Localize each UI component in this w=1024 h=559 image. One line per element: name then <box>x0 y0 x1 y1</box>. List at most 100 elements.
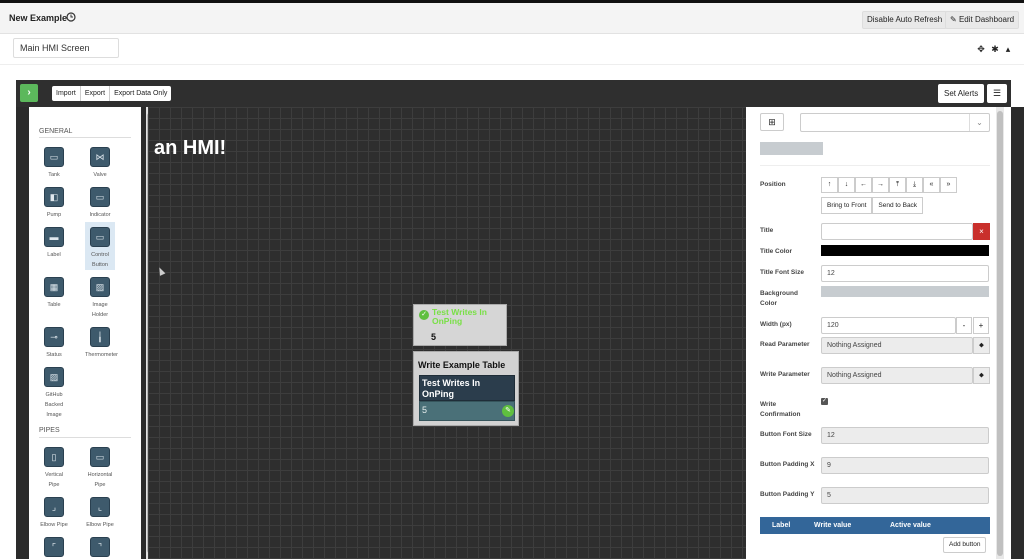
widget-value: 5 <box>422 405 428 415</box>
palette-item-image-holder[interactable]: ▨ Image Holder <box>85 277 115 320</box>
palette-item-label: Table <box>47 302 61 308</box>
test-writes-button[interactable]: Test Writes In OnPing <box>419 375 515 401</box>
palette-item-indicator[interactable]: ▭ Indicator <box>85 187 115 220</box>
button-label: Test Writes In OnPing <box>422 378 481 399</box>
palette-item-label: Status <box>46 352 62 358</box>
title-input[interactable] <box>821 223 973 240</box>
button-padding-x-input[interactable]: 9 <box>821 457 989 474</box>
sliders-icon[interactable]: ☰ <box>987 84 1007 103</box>
palette-item-pipe-6[interactable]: ⌝ <box>85 537 115 557</box>
properties-scrollbar[interactable] <box>996 107 1004 559</box>
read-parameter-field[interactable]: Nothing Assigned <box>821 337 973 354</box>
pipe-icon: ⌝ <box>90 537 110 557</box>
hmi-canvas[interactable]: an HMI! ✓ Test Writes In OnPing 5 Write … <box>148 107 746 559</box>
edit-dashboard-button[interactable]: ✎ Edit Dashboard <box>945 11 1020 29</box>
palette-item-label: Vertical Pipe <box>44 472 64 488</box>
editor-toolbar: › Import Export Export Data Only Set Ale… <box>16 80 1011 107</box>
screen-name-field[interactable]: Main HMI Screen <box>13 38 119 58</box>
tag-icon[interactable]: ⬥ <box>973 367 990 384</box>
status-icon: ⊸ <box>44 327 64 347</box>
palette-item-label: Elbow Pipe <box>86 522 114 528</box>
palette-item-valve[interactable]: ⋈ Valve <box>85 147 115 180</box>
widget-title: Test Writes In OnPing <box>432 307 487 326</box>
palette-item-control-button[interactable]: ▭ Control Button <box>85 222 115 270</box>
read-parameter-label: Read Parameter <box>760 341 810 348</box>
send-to-back-button[interactable]: Send to Back <box>872 197 924 214</box>
play-button[interactable]: › <box>20 84 38 102</box>
write-example-table-widget[interactable]: Write Example Table Test Writes In OnPin… <box>413 351 519 426</box>
bring-to-front-button[interactable]: Bring to Front <box>821 197 873 214</box>
export-button[interactable]: Export <box>81 86 111 101</box>
double-left-icon[interactable]: « <box>923 177 940 193</box>
add-box-icon[interactable]: ⊞ <box>760 113 784 131</box>
indicator-icon: ▭ <box>90 187 110 207</box>
import-button[interactable]: Import <box>52 86 81 101</box>
clear-icon[interactable]: × <box>973 223 990 240</box>
palette-item-pipe-5[interactable]: ⌜ <box>39 537 69 557</box>
button-table-header: Label Write value Active value <box>760 517 990 534</box>
decrement-button[interactable]: - <box>956 317 972 334</box>
add-button[interactable]: Add button <box>943 537 987 553</box>
align-top-icon[interactable]: ⤒ <box>889 177 906 193</box>
palette-item-label: Thermometer <box>85 352 119 358</box>
palette-item-pump[interactable]: ◧ Pump <box>39 187 69 220</box>
arrow-up-icon[interactable]: ↑ <box>821 177 838 193</box>
scrollbar-thumb[interactable] <box>997 111 1003 556</box>
arrow-down-icon[interactable]: ↓ <box>838 177 855 193</box>
write-parameter-field[interactable]: Nothing Assigned <box>821 367 973 384</box>
palette-item-tank[interactable]: ▭ Tank <box>39 147 69 180</box>
disable-auto-refresh-button[interactable]: Disable Auto Refresh <box>862 11 948 29</box>
table-icon: ▦ <box>44 277 64 297</box>
canvas-heading[interactable]: an HMI! <box>154 137 226 160</box>
button-padding-y-input[interactable]: 5 <box>821 487 989 504</box>
palette-item-table[interactable]: ▦ Table <box>39 277 69 310</box>
section-heading-general: GENERAL <box>39 128 73 135</box>
mouse-cursor-icon <box>156 266 166 276</box>
export-data-only-button[interactable]: Export Data Only <box>110 86 171 101</box>
button-font-size-input[interactable]: 12 <box>821 427 989 444</box>
elbow-pipe-icon: ⌟ <box>44 497 64 517</box>
palette-item-elbow-pipe[interactable]: ⌟ Elbow Pipe <box>39 497 69 530</box>
set-alerts-button[interactable]: Set Alerts <box>938 84 985 103</box>
arrow-left-icon[interactable]: ← <box>855 177 872 193</box>
double-right-icon[interactable]: » <box>940 177 957 193</box>
divider <box>39 137 131 138</box>
palette-item-label: Tank <box>48 172 60 178</box>
title-color-swatch[interactable] <box>821 245 989 256</box>
image-icon: ▨ <box>44 367 64 387</box>
align-bottom-icon[interactable]: ⤓ <box>906 177 923 193</box>
elbow-pipe-icon: ⌞ <box>90 497 110 517</box>
width-label: Width (px) <box>760 321 792 328</box>
arrow-right-icon[interactable]: → <box>872 177 889 193</box>
increment-button[interactable]: + <box>973 317 989 334</box>
column-header: Label <box>772 522 791 529</box>
width-input[interactable]: 120 <box>821 317 956 334</box>
component-select[interactable]: ⌄ <box>800 113 990 132</box>
divider <box>760 165 990 166</box>
palette-item-status[interactable]: ⊸ Status <box>39 327 69 360</box>
position-buttons: ↑ ↓ ← → ⤒ ⤓ « » <box>821 177 957 193</box>
chevron-down-icon: ⌄ <box>969 114 989 131</box>
palette-item-vertical-pipe[interactable]: ▯ Vertical Pipe <box>39 447 69 490</box>
palette-item-label: Elbow Pipe <box>40 522 68 528</box>
title-font-size-input[interactable]: 12 <box>821 265 989 282</box>
palette-item-label: Control Button <box>91 252 109 268</box>
properties-panel: ⊞ ⌄ Position ↑ ↓ ← → ⤒ ⤓ « » Bring to Fr… <box>746 107 1011 559</box>
palette-item-label-widget[interactable]: ▬ Label <box>39 227 69 260</box>
palette-item-thermometer[interactable]: ╽ Thermometer <box>85 327 119 360</box>
tag-icon[interactable]: ⬥ <box>973 337 990 354</box>
palette-item-github-image[interactable]: ▨ GitHub Backed Image <box>39 367 69 420</box>
wrench-icon[interactable]: ✱ <box>990 44 1000 54</box>
control-button-widget[interactable]: ✓ Test Writes In OnPing 5 <box>413 304 507 346</box>
valve-icon: ⋈ <box>90 147 110 167</box>
palette-item-horizontal-pipe[interactable]: ▭ Horizontal Pipe <box>85 447 115 490</box>
clock-icon[interactable] <box>66 12 76 22</box>
expand-icon[interactable]: ✥ <box>976 44 986 54</box>
check-icon[interactable]: ✓ <box>419 310 429 320</box>
write-confirmation-checkbox[interactable]: ✓ <box>821 398 828 405</box>
chevron-up-icon[interactable]: ▴ <box>1003 44 1013 54</box>
background-color-swatch[interactable] <box>821 286 989 297</box>
edit-icon[interactable]: ✎ <box>502 405 514 417</box>
palette-item-elbow-pipe-2[interactable]: ⌞ Elbow Pipe <box>85 497 115 530</box>
palette-list: GENERAL ▭ Tank ⋈ Valve ◧ Pump ▭ Indicator ▬ L… <box>29 107 153 559</box>
